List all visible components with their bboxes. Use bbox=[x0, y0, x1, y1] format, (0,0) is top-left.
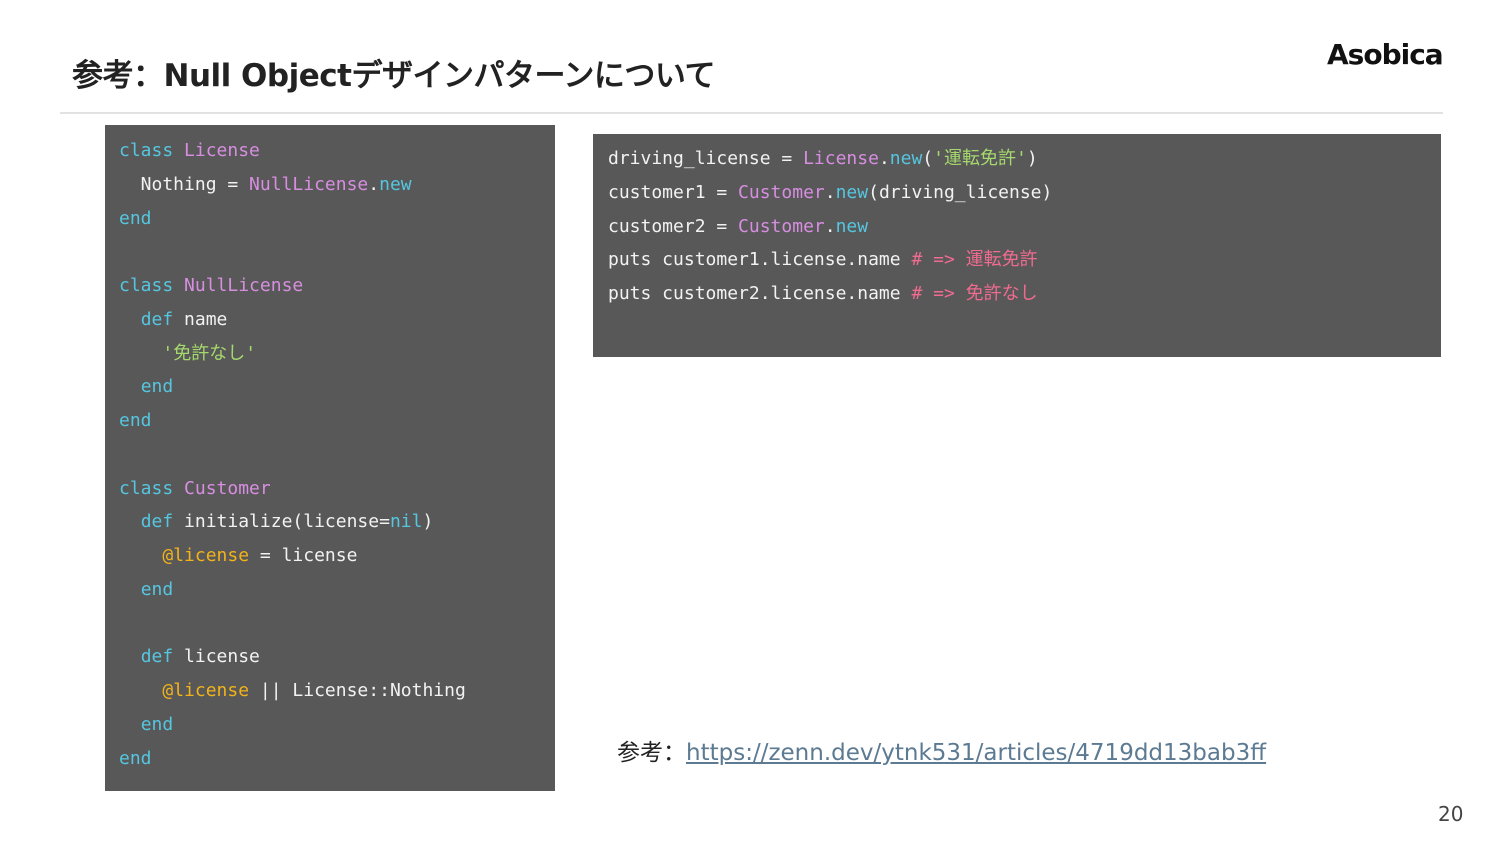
code-token: def bbox=[140, 646, 174, 668]
code-token: License bbox=[803, 148, 879, 169]
code-token: customer2 = bbox=[608, 215, 739, 237]
code-token: end bbox=[119, 747, 152, 769]
code-token: driving_license = bbox=[608, 148, 804, 169]
code-token: . bbox=[824, 215, 836, 237]
code-line: class License bbox=[119, 134, 555, 168]
code-token: end bbox=[140, 713, 174, 735]
code-token: end bbox=[119, 207, 152, 229]
code-token: ) bbox=[422, 511, 434, 533]
code-token: def bbox=[140, 511, 174, 533]
code-token: def bbox=[140, 308, 174, 330]
code-token: nil bbox=[389, 511, 423, 533]
code-token: new bbox=[889, 148, 923, 169]
code-line: class Customer bbox=[119, 472, 555, 506]
code-token: Customer bbox=[184, 477, 271, 499]
code-token: || License::Nothing bbox=[249, 680, 466, 701]
code-token: # => 運転免許 bbox=[911, 249, 1038, 271]
slide-title: 参考：Null Objectデザインパターンについて bbox=[72, 58, 715, 94]
code-token: Customer bbox=[738, 215, 825, 237]
code-line: def name bbox=[119, 303, 555, 337]
code-line: puts customer1.license.name # => 運転免許 bbox=[608, 243, 1441, 277]
code-token: License bbox=[184, 140, 260, 161]
reference: 参考：https://zenn.dev/ytnk531/articles/471… bbox=[617, 733, 1266, 767]
code-token: puts customer2.license.name bbox=[608, 283, 912, 305]
code-line: end bbox=[119, 404, 555, 438]
code-token: @license bbox=[162, 545, 250, 566]
code-token: . bbox=[368, 173, 380, 195]
code-line: Nothing = NullLicense.new bbox=[119, 168, 555, 202]
code-line: '免許なし' bbox=[119, 337, 555, 371]
code-line: customer2 = Customer.new bbox=[608, 210, 1441, 244]
code-token: '運転免許' bbox=[933, 148, 1027, 169]
code-token: . bbox=[878, 148, 890, 169]
code-token: customer1 = bbox=[608, 181, 739, 203]
page-number: 20 bbox=[1438, 802, 1464, 826]
code-token: class bbox=[119, 477, 174, 499]
code-token: end bbox=[140, 578, 174, 600]
asobica-logo: Asobica bbox=[1327, 38, 1444, 71]
code-token: '免許なし' bbox=[162, 342, 257, 364]
code-token: Customer bbox=[738, 181, 825, 203]
code-line: @license = license bbox=[119, 539, 555, 573]
code-line: driving_license = License.new('運転免許') bbox=[608, 142, 1441, 176]
code-token: ( bbox=[922, 148, 934, 169]
code-token: end bbox=[140, 376, 174, 398]
code-line: end bbox=[119, 370, 555, 404]
code-token: . bbox=[824, 181, 836, 203]
code-token: name bbox=[173, 308, 228, 330]
code-block-right: driving_license = License.new('運転免許') cus… bbox=[593, 134, 1441, 357]
code-line: customer1 = Customer.new(driving_license… bbox=[608, 176, 1441, 210]
code-token: initialize(license= bbox=[173, 511, 390, 533]
code-token: license bbox=[173, 646, 260, 668]
reference-label: 参考： bbox=[617, 740, 686, 766]
code-line: class NullLicense bbox=[119, 269, 555, 303]
code-line: end bbox=[119, 708, 555, 742]
title-divider bbox=[60, 112, 1443, 114]
code-token: new bbox=[835, 181, 869, 203]
code-line: end bbox=[119, 742, 555, 776]
code-line: end bbox=[119, 573, 555, 607]
code-token: NullLicense bbox=[249, 173, 369, 195]
code-line: puts customer2.license.name # => 免許なし bbox=[608, 277, 1441, 311]
code-token: puts customer1.license.name bbox=[608, 249, 912, 271]
code-token: (driving_license) bbox=[868, 181, 1053, 203]
code-token: = license bbox=[249, 545, 358, 566]
code-token: class bbox=[119, 275, 174, 296]
code-token: Nothing = bbox=[119, 173, 250, 195]
code-line: def initialize(license=nil) bbox=[119, 505, 555, 539]
code-line: def license bbox=[119, 640, 555, 674]
reference-link[interactable]: https://zenn.dev/ytnk531/articles/4719dd… bbox=[686, 740, 1266, 766]
code-token: new bbox=[379, 173, 412, 195]
code-token: end bbox=[119, 410, 152, 431]
code-token: class bbox=[119, 140, 174, 161]
code-token: ) bbox=[1026, 148, 1038, 169]
code-token: NullLicense bbox=[184, 275, 304, 296]
code-token: new bbox=[835, 215, 869, 237]
code-token: @license bbox=[162, 680, 250, 701]
code-block-left: class License Nothing = NullLicense.new e… bbox=[105, 125, 555, 791]
code-token: # => 免許なし bbox=[911, 283, 1038, 305]
code-line: @license || License::Nothing bbox=[119, 674, 555, 708]
code-line: end bbox=[119, 202, 555, 236]
